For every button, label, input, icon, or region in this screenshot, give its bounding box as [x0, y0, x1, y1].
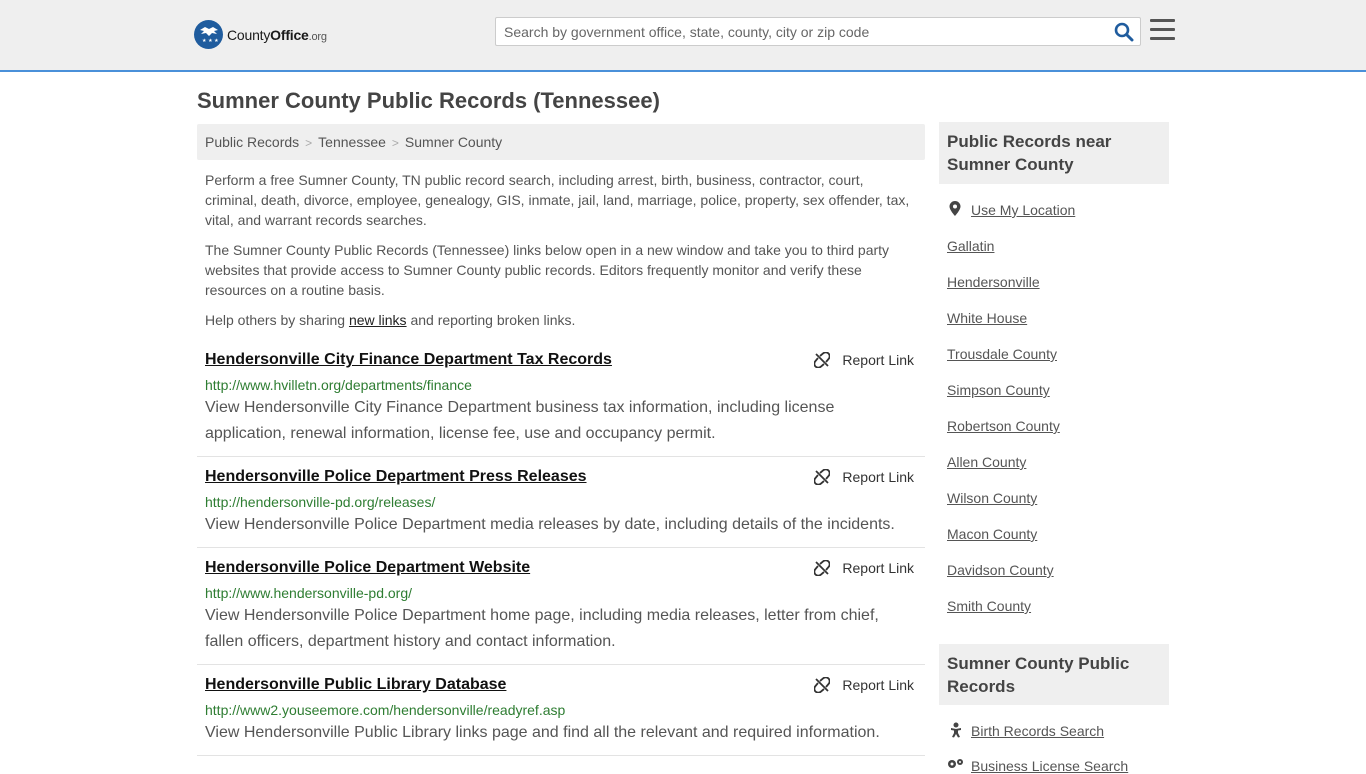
report-link-button[interactable]: Report Link [814, 352, 914, 368]
record-title-link[interactable]: Hendersonville Public Library Database [205, 676, 506, 694]
breadcrumb-separator: > [391, 136, 399, 150]
sidebar-near-title: Public Records near Sumner County [939, 122, 1169, 184]
nearby-link-trousdale-county[interactable]: Trousdale County [947, 346, 1057, 362]
record-url[interactable]: http://www2.youseemore.com/hendersonvill… [205, 702, 565, 718]
record-item: Hendersonville Police Department Website… [197, 559, 925, 665]
birth-records-search-link[interactable]: Birth Records Search [971, 723, 1104, 739]
broken-link-icon [814, 677, 831, 693]
breadcrumb-separator: > [305, 136, 313, 150]
intro-paragraph-3: Help others by sharing new links and rep… [205, 310, 917, 330]
logo-text: CountyOffice.org [227, 27, 327, 43]
top-bar: ★ ★ ★ CountyOffice.org [0, 0, 1366, 72]
use-my-location-link[interactable]: Use My Location [971, 202, 1075, 218]
record-item: Hendersonville Police Department Press R… [197, 468, 925, 548]
logo-org-text: .org [308, 30, 327, 43]
record-description: View Hendersonville City Finance Departm… [205, 399, 835, 442]
record-url[interactable]: http://www.hendersonville-pd.org/ [205, 585, 412, 601]
report-link-button[interactable]: Report Link [814, 560, 914, 576]
nearby-link-gallatin[interactable]: Gallatin [947, 238, 994, 254]
record-item: Hendersonville City Finance Department T… [197, 351, 925, 457]
nearby-link-smith-county[interactable]: Smith County [947, 598, 1031, 614]
record-title-link[interactable]: Hendersonville Police Department Press R… [205, 468, 587, 486]
record-url[interactable]: http://hendersonville-pd.org/releases/ [205, 494, 435, 510]
record-title-link[interactable]: Hendersonville Police Department Website [205, 559, 530, 577]
intro-paragraph-2: The Sumner County Public Records (Tennes… [205, 242, 890, 298]
location-pin-icon [949, 201, 961, 220]
search-icon[interactable] [1114, 22, 1134, 42]
intro-p3-text: Help others by sharing [205, 312, 349, 328]
record-title-link[interactable]: Hendersonville City Finance Department T… [205, 351, 612, 369]
breadcrumb: Public Records > Tennessee > Sumner County [197, 124, 925, 160]
intro-paragraph-1: Perform a free Sumner County, TN public … [205, 172, 910, 228]
nearby-link-simpson-county[interactable]: Simpson County [947, 382, 1050, 398]
breadcrumb-public-records[interactable]: Public Records [205, 134, 299, 150]
report-link-button[interactable]: Report Link [814, 677, 914, 693]
nearby-link-wilson-county[interactable]: Wilson County [947, 490, 1037, 506]
nearby-link-white-house[interactable]: White House [947, 310, 1027, 326]
site-logo[interactable]: ★ ★ ★ CountyOffice.org [194, 20, 327, 49]
hamburger-menu-icon[interactable] [1150, 19, 1175, 41]
record-url[interactable]: http://www.hvilletn.org/departments/fina… [205, 377, 472, 393]
gears-icon [947, 757, 965, 773]
broken-link-icon [814, 352, 831, 368]
nearby-link-robertson-county[interactable]: Robertson County [947, 418, 1060, 434]
baby-icon [950, 722, 962, 741]
logo-eagle-icon: ★ ★ ★ [194, 20, 223, 49]
breadcrumb-sumner-county: Sumner County [404, 134, 503, 150]
report-link-label: Report Link [842, 469, 914, 485]
broken-link-icon [814, 469, 831, 485]
report-link-label: Report Link [842, 677, 914, 693]
record-description: View Hendersonville Public Library links… [205, 724, 880, 741]
nearby-link-davidson-county[interactable]: Davidson County [947, 562, 1054, 578]
logo-county-text: County [227, 26, 271, 43]
search-box [495, 17, 1141, 46]
broken-link-icon [814, 560, 831, 576]
record-description: View Hendersonville Police Department ho… [205, 607, 879, 650]
nearby-link-allen-county[interactable]: Allen County [947, 454, 1026, 470]
breadcrumb-tennessee[interactable]: Tennessee [318, 134, 386, 150]
svg-text:★ ★ ★: ★ ★ ★ [202, 38, 219, 44]
new-links-link[interactable]: new links [349, 312, 407, 328]
business-license-search-link[interactable]: Business License Search [971, 758, 1128, 774]
logo-office-text: Office [270, 26, 309, 43]
record-description: View Hendersonville Police Department me… [205, 516, 895, 533]
search-input[interactable] [496, 18, 1096, 45]
nearby-link-macon-county[interactable]: Macon County [947, 526, 1037, 542]
intro-p3-text-end: and reporting broken links. [406, 312, 576, 328]
record-item: Hendersonville Public Library Database R… [197, 676, 925, 756]
report-link-button[interactable]: Report Link [814, 469, 914, 485]
report-link-label: Report Link [842, 352, 914, 368]
sidebar-county-records-title: Sumner County Public Records [939, 644, 1169, 705]
page-title: Sumner County Public Records (Tennessee) [197, 88, 660, 113]
nearby-link-hendersonville[interactable]: Hendersonville [947, 274, 1040, 290]
report-link-label: Report Link [842, 560, 914, 576]
